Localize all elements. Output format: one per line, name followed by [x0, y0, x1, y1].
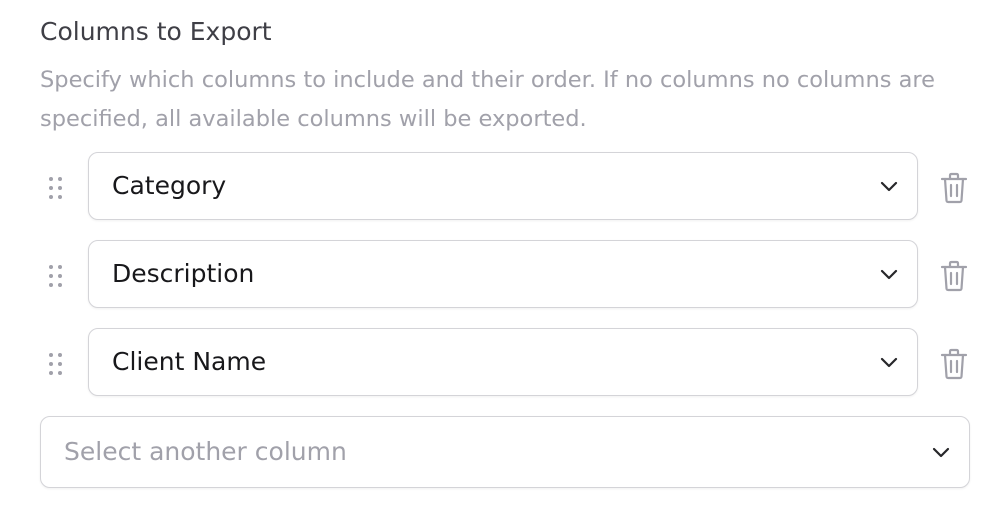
section-description: Specify which columns to include and the… [40, 67, 935, 132]
trash-icon[interactable] [940, 348, 968, 380]
chevron-down-icon [880, 269, 898, 280]
chevron-down-icon [932, 447, 950, 458]
trash-icon[interactable] [940, 260, 968, 292]
columns-to-export-section: Columns to Export Specify which columns … [0, 0, 1006, 516]
column-select[interactable]: Description [88, 240, 918, 308]
column-row: Category [0, 152, 1006, 224]
column-row: Client Name [0, 328, 1006, 400]
add-column-select[interactable]: Select another column [40, 416, 970, 488]
column-select-value: Category [112, 171, 227, 200]
add-column-placeholder: Select another column [64, 437, 347, 466]
column-select-value: Client Name [112, 347, 267, 376]
drag-handle-icon[interactable] [47, 176, 65, 200]
trash-icon[interactable] [940, 172, 968, 204]
column-select-value: Description [112, 259, 255, 288]
drag-handle-icon[interactable] [47, 352, 65, 376]
column-select[interactable]: Client Name [88, 328, 918, 396]
chevron-down-icon [880, 181, 898, 192]
column-select[interactable]: Category [88, 152, 918, 220]
column-row: Description [0, 240, 1006, 312]
drag-handle-icon[interactable] [47, 264, 65, 288]
section-title: Columns to Export [40, 17, 272, 46]
chevron-down-icon [880, 357, 898, 368]
